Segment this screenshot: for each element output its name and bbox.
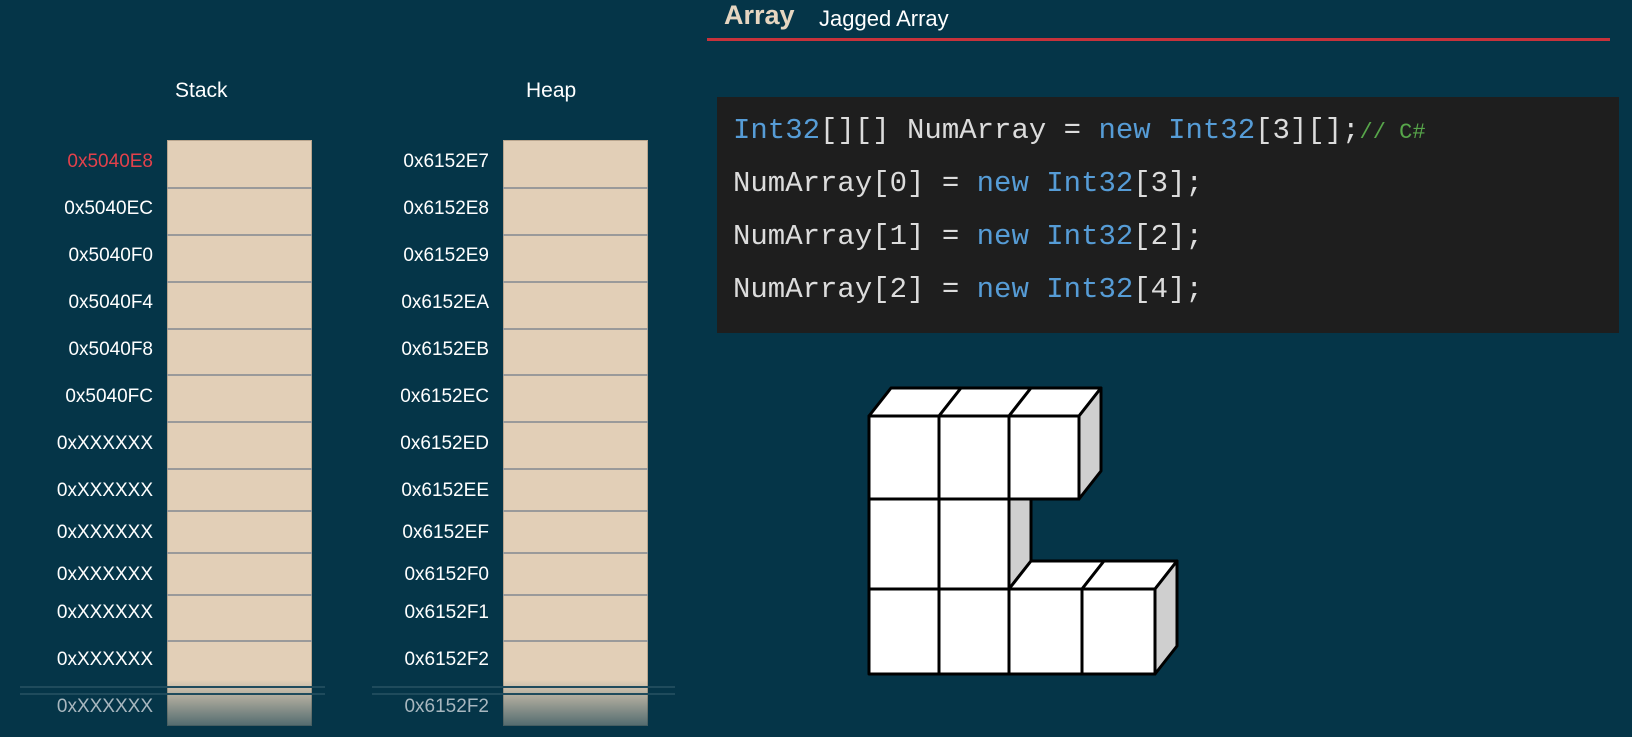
memory-cell-divider [503, 187, 648, 189]
page-title: Array [724, 0, 795, 30]
cube-face [867, 587, 941, 676]
memory-cell-divider [167, 594, 312, 596]
page-subtitle: Jagged Array [819, 6, 949, 31]
stack-address-label: 0x5040F0 [68, 245, 153, 266]
heap-shelf [372, 686, 675, 688]
stack-title: Stack [175, 79, 228, 102]
stack-address-label: 0xXXXXXX [56, 602, 153, 623]
heap-address-label: 0x6152F0 [404, 564, 489, 585]
cube-face [937, 587, 1011, 676]
code-token: Int32 [1046, 220, 1134, 253]
heap-address-label: 0x6152EF [402, 522, 489, 543]
code-token: Int32 [1168, 114, 1256, 147]
code-token: Int32 [733, 114, 821, 147]
memory-cell-divider [167, 187, 312, 189]
stack-address-label: 0xXXXXXX [56, 564, 153, 585]
memory-cell-divider [167, 468, 312, 470]
code-token: NumArray[1] = [733, 220, 977, 253]
code-token: Int32 [1046, 167, 1134, 200]
memory-cell-divider [503, 281, 648, 283]
code-token: [4]; [1133, 273, 1203, 306]
memory-cell-divider [167, 374, 312, 376]
code-keyword: new [976, 167, 1029, 200]
heap-address-label: 0x6152F1 [404, 602, 489, 623]
stack-address-label: 0x5040EC [64, 198, 153, 219]
header-divider [707, 38, 1610, 41]
stack-address-label: 0x5040F8 [68, 339, 153, 360]
cube-face [937, 414, 1011, 501]
heap-shelf [372, 693, 675, 695]
memory-cell-divider [503, 552, 648, 554]
stack-address-label: 0xXXXXXX [56, 480, 153, 501]
memory-cell-divider [503, 234, 648, 236]
heap-address-label: 0x6152EA [401, 292, 489, 313]
memory-cell-divider [167, 421, 312, 423]
memory-cell-divider [167, 328, 312, 330]
memory-cell-divider [503, 328, 648, 330]
code-keyword: new [976, 220, 1029, 253]
jagged-array-illustration [867, 386, 1179, 676]
stack-memory-block [167, 140, 312, 726]
memory-cell-divider [167, 281, 312, 283]
memory-cell-divider [167, 552, 312, 554]
heap-address-label: 0x6152E9 [403, 245, 489, 266]
page: Array Jagged Array Stack 0x5040E8 0x5040E… [0, 0, 1632, 737]
heap-address-label: 0x6152ED [400, 433, 489, 454]
heap-address-label: 0x6152F2 [404, 649, 489, 670]
code-token: NumArray[0] = [733, 167, 977, 200]
stack-address-label: 0xXXXXXX [56, 522, 153, 543]
code-line: NumArray[0] = new Int32[3]; [733, 167, 1203, 200]
heap-address-label: 0x6152F2 [404, 696, 489, 717]
code-keyword: new [976, 273, 1029, 306]
code-token: [][] NumArray = [820, 114, 1099, 147]
code-token: [3][]; [1255, 114, 1360, 147]
heap-address-label: 0x6152EB [401, 339, 489, 360]
stack-shelf [20, 686, 325, 688]
stack-address-label: 0x5040E8 [67, 151, 153, 172]
code-token: [2]; [1133, 220, 1203, 253]
memory-cell-divider [167, 640, 312, 642]
cube-face [867, 497, 941, 591]
stack-shelf [20, 693, 325, 695]
heap-title: Heap [526, 79, 577, 102]
stack-address-label: 0x5040FC [65, 386, 153, 407]
cube-face [867, 414, 941, 501]
code-line: NumArray[1] = new Int32[2]; [733, 220, 1203, 253]
stack-address-label: 0xXXXXXX [56, 649, 153, 670]
code-token: NumArray[2] = [733, 273, 977, 306]
memory-cell-divider [167, 234, 312, 236]
code-comment: // C# [1359, 120, 1426, 145]
memory-cell-divider [503, 468, 648, 470]
stack-address-label: 0xXXXXXX [56, 433, 153, 454]
stack-address-label: 0xXXXXXX [56, 696, 153, 717]
code-keyword: new [1098, 114, 1151, 147]
heap-address-label: 0x6152EE [401, 480, 489, 501]
memory-cell-divider [503, 421, 648, 423]
memory-cell-divider [503, 510, 648, 512]
cube-face [1007, 587, 1084, 676]
heap-address-label: 0x6152EC [400, 386, 489, 407]
heap-address-label: 0x6152E7 [403, 151, 489, 172]
cube-face [1080, 587, 1157, 676]
heap-memory-block [503, 140, 648, 726]
stack-address-label: 0x5040F4 [68, 292, 153, 313]
memory-cell-divider [503, 640, 648, 642]
memory-cell-divider [503, 374, 648, 376]
code-panel: Int32[][] NumArray = new Int32[3][];// C… [717, 97, 1619, 333]
memory-cell-divider [167, 510, 312, 512]
heap-address-label: 0x6152E8 [403, 198, 489, 219]
code-token: [3]; [1133, 167, 1203, 200]
code-line: Int32[][] NumArray = new Int32[3][];// C… [733, 114, 1426, 147]
code-line: NumArray[2] = new Int32[4]; [733, 273, 1203, 306]
cube-face [1007, 414, 1081, 501]
memory-cell-divider [503, 594, 648, 596]
cube-face [937, 497, 1011, 591]
code-token: Int32 [1046, 273, 1134, 306]
